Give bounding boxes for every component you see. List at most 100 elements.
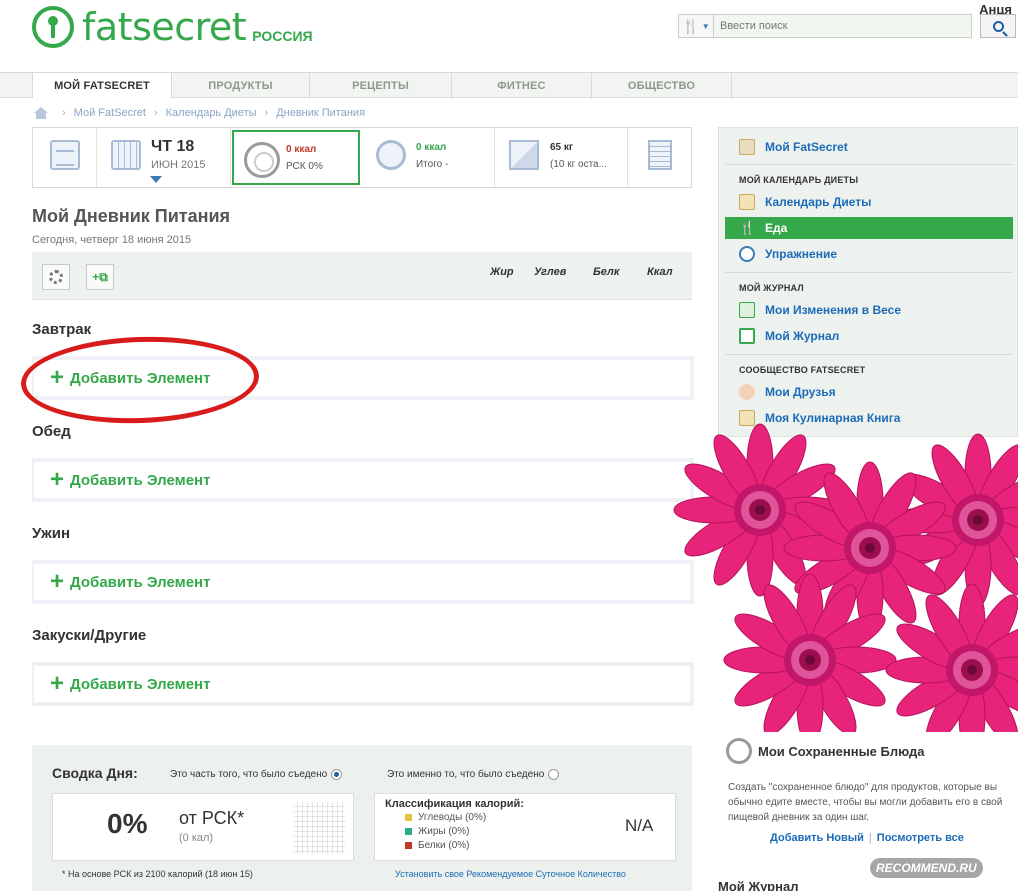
add-item-snacks[interactable]: + Добавить Элемент — [32, 662, 694, 706]
tab-products[interactable]: ПРОДУКТЫ — [172, 72, 310, 99]
search-icon — [992, 20, 1004, 32]
sidebar-item-my-fatsecret[interactable]: Мой FatSecret — [725, 136, 1013, 158]
sidebar-item-label: Мой Журнал — [765, 329, 840, 343]
day-summary-title: Сводка Дня: — [52, 765, 138, 781]
fork-knife-icon: 🍴 — [682, 17, 700, 34]
sidebar-item-label: Еда — [765, 221, 788, 235]
day-summary: Сводка Дня: Это часть того, что было съе… — [32, 745, 692, 891]
sidebar-item-label: Календарь Диеты — [765, 195, 872, 209]
saved-meals-description: Создать "сохраненное блюдо" для продукто… — [728, 782, 1003, 823]
breadcrumb-my-fatsecret[interactable]: Мой FatSecret — [74, 107, 146, 119]
tab-community[interactable]: ОБЩЕСТВО — [592, 72, 732, 99]
radio-eaten-exact[interactable] — [548, 769, 560, 780]
home-icon[interactable] — [34, 107, 48, 119]
option-eaten-exact-label: Это именно то, что было съедено — [387, 769, 545, 780]
friends-icon — [739, 384, 755, 400]
plate-icon — [244, 142, 280, 178]
option-eaten-exact[interactable]: Это именно то, что было съедено — [387, 769, 560, 780]
column-fat: Жир — [490, 266, 514, 278]
food-kcal: 0 ккал — [286, 144, 317, 155]
column-carbs: Углев — [534, 266, 567, 278]
set-rsk-link[interactable]: Установить свое Рекомендуемое Суточное К… — [395, 869, 626, 879]
weight-chart-icon — [509, 140, 539, 170]
classification-title: Классификация калорий: — [385, 798, 524, 810]
protein-label: Белки (0%) — [418, 840, 470, 851]
rsk-kal: (0 кал) — [179, 832, 214, 844]
sidebar-item-weight-changes[interactable]: Мои Изменения в Весе — [725, 299, 1013, 321]
main-nav: МОЙ FATSECRET ПРОДУКТЫ РЕЦЕПТЫ ФИТНЕС ОБ… — [0, 72, 1018, 99]
page-title: Мой Дневник Питания — [32, 206, 231, 226]
chevron-down-icon[interactable] — [150, 176, 162, 183]
legend-fat: Жиры (0%) — [405, 826, 469, 837]
add-item-label: Добавить Элемент — [70, 573, 211, 591]
food-rsk: РСК 0% — [286, 161, 323, 172]
weight-left: (10 кг оста... — [550, 159, 607, 170]
column-kcal: Ккал — [647, 266, 673, 278]
breadcrumb: › Мой FatSecret › Календарь Диеты › Днев… — [34, 106, 365, 120]
fat-swatch — [405, 828, 412, 835]
saved-meals-panel: Мои Сохраненные Блюда Создать "сохраненн… — [718, 732, 1018, 862]
news-cell[interactable] — [33, 128, 97, 187]
saved-meals-links: Добавить Новый | Посмотреть все — [770, 832, 964, 844]
add-item-dinner[interactable]: + Добавить Элемент — [32, 560, 694, 604]
journal-icon — [648, 140, 672, 170]
view-all-meals-link[interactable]: Посмотреть все — [877, 832, 964, 844]
plus-icon: + — [50, 568, 65, 595]
weight-chart-icon — [739, 302, 755, 318]
settings-button[interactable] — [42, 264, 70, 290]
gear-icon — [49, 270, 63, 284]
food-cell[interactable]: 0 ккал РСК 0% — [232, 130, 360, 185]
weight-cell[interactable]: 65 кг (10 кг оста... — [495, 128, 628, 187]
sidebar-item-exercise[interactable]: Упражнение — [725, 243, 1013, 265]
sidebar-item-label: Мой FatSecret — [765, 140, 848, 154]
add-item-lunch[interactable]: + Добавить Элемент — [32, 458, 694, 502]
option-eaten-part[interactable]: Это часть того, что было съедено — [170, 769, 343, 780]
add-item-label: Добавить Элемент — [70, 471, 211, 489]
flower-sticker-image — [673, 423, 1018, 757]
sidebar-item-friends[interactable]: Мои Друзья — [725, 381, 1013, 403]
stopwatch-icon — [376, 140, 406, 170]
fat-label: Жиры (0%) — [418, 826, 470, 837]
date-day: ЧТ 18 — [151, 138, 195, 155]
plus-icon: + — [50, 466, 65, 493]
tab-recipes[interactable]: РЕЦЕПТЫ — [310, 72, 452, 99]
sidebar-section-community: СООБЩЕСТВО FATSECRET — [739, 365, 866, 375]
exercise-total: Итого - — [416, 159, 449, 170]
tab-my-fatsecret[interactable]: МОЙ FATSECRET — [32, 72, 172, 99]
sidebar-item-my-journal[interactable]: Мой Журнал — [725, 325, 1013, 347]
meal-dinner: Ужин — [32, 525, 71, 542]
copy-entries-button[interactable]: +⧉ — [86, 264, 114, 290]
saved-meals-title: Мои Сохраненные Блюда — [758, 744, 925, 759]
diary-toolbar: +⧉ Жир Углев Белк Ккал — [32, 252, 692, 300]
tab-fitness[interactable]: ФИТНЕС — [452, 72, 592, 99]
fatsecret-logo[interactable]: fatsecret РОССИЯ — [32, 6, 313, 48]
summary-strip: ЧТ 18 ИЮН 2015 0 ккал РСК 0% 0 ккал Итог… — [32, 127, 692, 188]
breadcrumb-food-diary[interactable]: Дневник Питания — [276, 107, 365, 119]
radio-eaten-part[interactable] — [331, 769, 343, 780]
keyhole-icon — [32, 6, 74, 48]
carbs-label: Углеводы (0%) — [418, 812, 487, 823]
add-item-label: Добавить Элемент — [70, 675, 211, 693]
search-button[interactable] — [980, 14, 1016, 38]
search-input[interactable] — [714, 14, 972, 38]
sidebar-item-food[interactable]: 🍴 Еда — [725, 217, 1013, 239]
sidebar-item-label: Мои Друзья — [765, 385, 836, 399]
sidebar-divider — [725, 354, 1013, 355]
journal-cell[interactable] — [628, 128, 691, 187]
add-new-meal-link[interactable]: Добавить Новый — [770, 832, 864, 844]
exercise-cell[interactable]: 0 ккал Итого - — [362, 128, 495, 187]
logo-text: fatsecret — [82, 5, 247, 49]
calorie-classification-box: Классификация калорий: Углеводы (0%) Жир… — [374, 793, 676, 861]
sidebar-divider — [725, 164, 1013, 165]
chevron-right-icon: › — [264, 107, 269, 119]
carbs-swatch — [405, 814, 412, 821]
protein-swatch — [405, 842, 412, 849]
sidebar-item-diet-calendar[interactable]: Календарь Диеты — [725, 191, 1013, 213]
classification-na: N/A — [625, 816, 654, 835]
journal-icon — [739, 328, 755, 344]
breadcrumb-diet-calendar[interactable]: Календарь Диеты — [166, 107, 257, 119]
date-cell[interactable]: ЧТ 18 ИЮН 2015 — [97, 128, 231, 187]
search-category-select[interactable]: 🍴 ▼ — [678, 14, 714, 38]
rsk-percent: 0% — [107, 808, 148, 839]
progress-grid — [293, 802, 345, 854]
